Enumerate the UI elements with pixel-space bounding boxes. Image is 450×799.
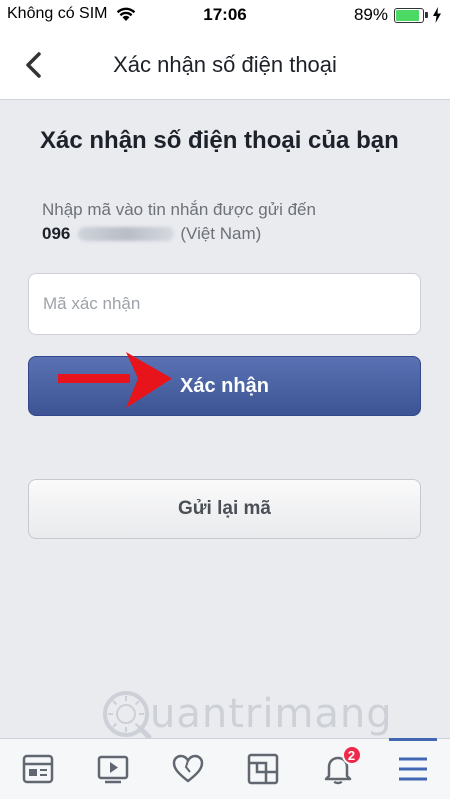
resend-code-button[interactable]: Gửi lại mã [28,479,421,539]
status-bar: Không có SIM 17:06 89% [0,0,450,30]
marketplace-icon [247,753,278,785]
battery-percent: 89% [353,5,388,24]
tab-notifications[interactable]: 2 [308,744,368,794]
tab-bar: 2 [0,738,450,799]
tab-menu[interactable] [383,738,443,794]
notification-badge: 2 [341,745,362,765]
news-feed-icon [22,754,53,784]
confirm-button-label: Xác nhận [180,374,269,397]
phone-prefix: 096 [42,224,71,243]
menu-icon [398,757,427,781]
tab-marketplace[interactable] [233,744,293,794]
battery-fill [396,9,420,21]
phone-number-blurred [78,226,175,241]
tab-video[interactable] [83,744,143,794]
tab-news-feed[interactable] [8,744,68,794]
watermark-text: uantrimang [150,691,393,737]
charging-icon [433,7,441,23]
battery-icon [394,7,428,23]
main-content: Xác nhận số điện thoại của bạn Nhập mã v… [0,100,450,738]
watermark: uantrimang [100,688,393,740]
heart-icon [172,754,203,783]
video-icon [97,755,128,784]
confirm-heading: Xác nhận số điện thoại của bạn [40,127,399,154]
watermark-logo-icon [103,691,152,740]
instruction-text: Nhập mã vào tin nhắn được gửi đến [42,200,316,219]
tab-dating[interactable] [158,744,218,794]
phone-country: (Việt Nam) [180,224,262,243]
confirmation-code-input[interactable] [28,273,421,335]
status-right: 89% [354,5,442,25]
resend-button-label: Gửi lại mã [178,498,271,519]
nav-bar: Xác nhận số điện thoại [0,30,450,100]
confirm-button[interactable]: Xác nhận [28,356,421,416]
page-title: Xác nhận số điện thoại [113,52,337,77]
phone-number-line: 096 (Việt Nam) [42,221,261,246]
